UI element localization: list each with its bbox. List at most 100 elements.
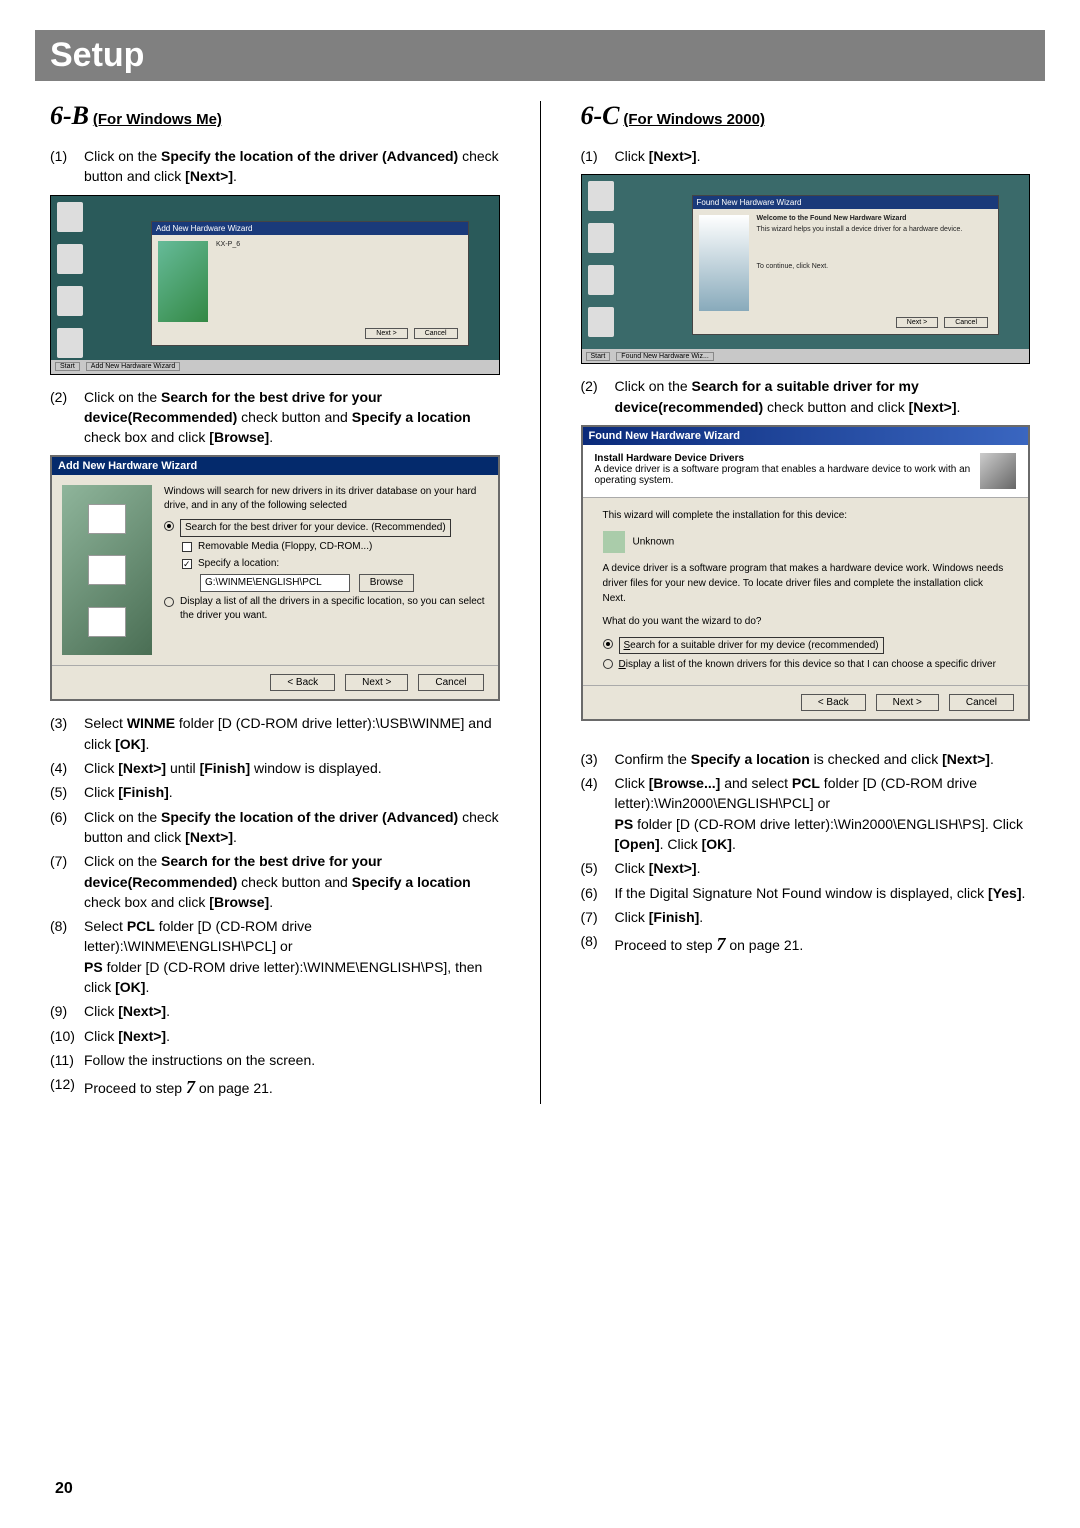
step-body: Click on the Specify the location of the…	[84, 146, 500, 187]
step-number: (3)	[581, 749, 615, 769]
step-11: (11)Follow the instructions on the scree…	[50, 1050, 500, 1070]
step-5: (5)Click [Next>].	[581, 858, 1031, 878]
page-title: Setup	[50, 36, 1030, 75]
taskbar: Start Add New Hardware Wizard	[51, 360, 499, 374]
wizard-text: What do you want the wizard to do?	[603, 614, 1009, 629]
wizard-heading: Install Hardware Device Drivers	[595, 453, 981, 464]
step-4: (4)Click [Browse...] and select PCL fold…	[581, 773, 1031, 854]
dialog-add-hardware: Add New Hardware Wizard KX-P_6 Next > Ca…	[151, 221, 469, 346]
desktop-icon	[588, 307, 614, 337]
step-6: (6)Click on the Specify the location of …	[50, 807, 500, 848]
wizard-text: A device driver is a software program th…	[603, 561, 1009, 606]
browse-button[interactable]: Browse	[359, 574, 414, 592]
device-icon	[603, 531, 625, 553]
cancel-button[interactable]: Cancel	[949, 694, 1014, 711]
step-number: (9)	[50, 1001, 84, 1021]
dialog-found-hardware: Found New Hardware Wizard Welcome to the…	[692, 195, 1000, 335]
cancel-button[interactable]: Cancel	[418, 674, 483, 691]
section-number: 6-C	[581, 101, 620, 130]
next-button[interactable]: Next >	[365, 328, 407, 339]
desktop-icon	[588, 223, 614, 253]
checkbox-icon	[182, 542, 192, 552]
wizard-title: Found New Hardware Wizard	[583, 427, 1029, 445]
step-9: (9)Click [Next>].	[50, 1001, 500, 1021]
step-number: (12)	[50, 1074, 84, 1100]
step-2: (2) Click on the Search for a suitable d…	[581, 376, 1031, 417]
check-removable[interactable]: Removable Media (Floppy, CD-ROM...)	[182, 540, 488, 554]
section-heading-6c: 6-C (For Windows 2000)	[581, 101, 1031, 131]
step-2: (2) Click on the Search for the best dri…	[50, 387, 500, 448]
step-number: (6)	[50, 807, 84, 848]
desktop-icon	[57, 328, 83, 358]
dialog-text: KX-P_6	[216, 241, 240, 322]
dialog-graphic	[699, 215, 749, 311]
radio-search-suitable[interactable]: Search for a suitable driver for my devi…	[603, 637, 1009, 654]
checkbox-icon	[182, 559, 192, 569]
section-title: (For Windows 2000)	[623, 111, 765, 128]
step-1: (1) Click [Next>].	[581, 146, 1031, 166]
start-button[interactable]: Start	[586, 352, 611, 361]
step-7: (7)Click on the Search for the best driv…	[50, 851, 500, 912]
step-10: (10)Click [Next>].	[50, 1026, 500, 1046]
step-number: (4)	[581, 773, 615, 854]
check-specify-location[interactable]: Specify a location:	[182, 557, 488, 571]
step-number: (2)	[581, 376, 615, 417]
start-button[interactable]: Start	[55, 362, 80, 371]
taskbar: Start Found New Hardware Wiz...	[582, 349, 1030, 363]
step-3: (3)Confirm the Specify a location is che…	[581, 749, 1031, 769]
page-number: 20	[55, 1480, 73, 1498]
step-number: (7)	[50, 851, 84, 912]
next-button[interactable]: Next >	[896, 317, 938, 328]
wizard-subheading: A device driver is a software program th…	[595, 464, 981, 486]
step-number: (2)	[50, 387, 84, 448]
step-number: (1)	[50, 146, 84, 187]
next-button[interactable]: Next >	[345, 674, 408, 691]
radio-icon	[164, 521, 174, 531]
back-button[interactable]: < Back	[270, 674, 335, 691]
step-6: (6)If the Digital Signature Not Found wi…	[581, 883, 1031, 903]
dialog-title: Found New Hardware Wizard	[693, 196, 999, 209]
cancel-button[interactable]: Cancel	[944, 317, 988, 328]
step-number: (8)	[581, 931, 615, 957]
step-number: (1)	[581, 146, 615, 166]
dialog-text: Welcome to the Found New Hardware Wizard…	[757, 215, 963, 311]
screenshot-me-1: Add New Hardware Wizard KX-P_6 Next > Ca…	[50, 195, 500, 375]
section-title: (For Windows Me)	[93, 111, 222, 128]
step-number: (10)	[50, 1026, 84, 1046]
step-8: (8)Select PCL folder [D (CD-ROM drive le…	[50, 916, 500, 997]
desktop-icon	[57, 286, 83, 316]
path-dropdown[interactable]: G:\WINME\ENGLISH\PCL	[200, 574, 350, 592]
dialog-title: Add New Hardware Wizard	[152, 222, 468, 235]
left-column: 6-B (For Windows Me) (1) Click on the Sp…	[50, 101, 500, 1104]
step-number: (6)	[581, 883, 615, 903]
wizard-icon	[980, 453, 1016, 489]
section-number: 6-B	[50, 101, 89, 130]
section-heading-6b: 6-B (For Windows Me)	[50, 101, 500, 131]
device-row: Unknown	[603, 531, 1009, 553]
next-button[interactable]: Next >	[876, 694, 939, 711]
step-3: (3)Select WINME folder [D (CD-ROM drive …	[50, 713, 500, 754]
radio-icon	[603, 659, 613, 669]
step-number: (5)	[581, 858, 615, 878]
cancel-button[interactable]: Cancel	[414, 328, 458, 339]
wizard-graphic	[62, 485, 152, 655]
column-divider	[540, 101, 541, 1104]
radio-display-known[interactable]: Display a list of the known drivers for …	[603, 657, 1009, 672]
wizard-text: This wizard will complete the installati…	[603, 508, 1009, 523]
radio-display-list[interactable]: Display a list of all the drivers in a s…	[164, 595, 488, 623]
step-number: (8)	[50, 916, 84, 997]
title-bar: Setup	[35, 30, 1045, 81]
step-8: (8)Proceed to step 7 on page 21.	[581, 931, 1031, 957]
screenshot-2k-2: Found New Hardware Wizard Install Hardwa…	[581, 425, 1031, 721]
step-body: Click on the Search for the best drive f…	[84, 387, 500, 448]
radio-search-best[interactable]: Search for the best driver for your devi…	[164, 519, 488, 537]
screenshot-me-2: Add New Hardware Wizard Windows will sea…	[50, 455, 500, 701]
taskbar-item[interactable]: Add New Hardware Wizard	[86, 362, 180, 371]
back-button[interactable]: < Back	[801, 694, 866, 711]
taskbar-item[interactable]: Found New Hardware Wiz...	[616, 352, 714, 361]
screenshot-2k-1: Found New Hardware Wizard Welcome to the…	[581, 174, 1031, 364]
path-row: G:\WINME\ENGLISH\PCL Browse	[200, 574, 488, 592]
step-number: (5)	[50, 782, 84, 802]
desktop-icon	[588, 265, 614, 295]
step-1: (1) Click on the Specify the location of…	[50, 146, 500, 187]
